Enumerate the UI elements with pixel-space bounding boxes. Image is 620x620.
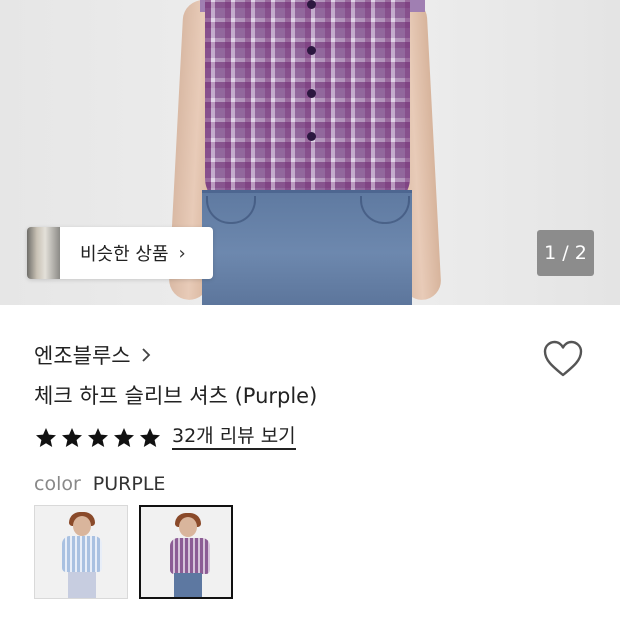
color-option-row: color PURPLE bbox=[34, 473, 165, 495]
color-swatch-purple-selected[interactable] bbox=[139, 505, 233, 599]
color-label: color bbox=[34, 473, 81, 495]
shirt-button bbox=[307, 46, 316, 55]
review-count-link[interactable]: 32개 리뷰 보기 bbox=[172, 425, 296, 450]
swatch-model-pants bbox=[68, 572, 96, 598]
star-filled-icon bbox=[114, 427, 134, 447]
color-swatch-blue[interactable] bbox=[34, 505, 128, 599]
brand-name: 엔조블루스 bbox=[34, 344, 131, 368]
star-filled-icon bbox=[36, 427, 56, 447]
image-page-counter: 1 / 2 bbox=[537, 230, 594, 276]
swatch-model-head bbox=[179, 517, 197, 537]
swatch-model-shirt bbox=[170, 538, 210, 574]
star-filled-icon bbox=[140, 427, 160, 447]
shirt-button bbox=[307, 0, 316, 9]
shirt-button bbox=[307, 89, 316, 98]
product-shirt-image bbox=[205, 0, 410, 208]
star-filled-icon bbox=[62, 427, 82, 447]
swatch-model-head bbox=[73, 516, 91, 536]
heart-outline-icon[interactable] bbox=[542, 339, 584, 379]
swatch-model-shirt bbox=[62, 536, 102, 572]
product-title: 체크 하프 슬리브 셔츠 (Purple) bbox=[34, 384, 318, 408]
similar-product-thumbnail bbox=[27, 227, 60, 279]
brand-link[interactable]: 엔조블루스 bbox=[34, 340, 151, 370]
star-rating bbox=[34, 426, 162, 450]
shirt-button bbox=[307, 132, 316, 141]
rating-row: 32개 리뷰 보기 bbox=[34, 425, 296, 450]
similar-products-button[interactable]: 비슷한 상품 › bbox=[27, 227, 213, 279]
swatch-model-pants bbox=[174, 573, 202, 597]
chevron-right-icon: › bbox=[178, 242, 186, 264]
chevron-right-icon bbox=[141, 348, 150, 362]
star-filled-icon bbox=[88, 427, 108, 447]
similar-products-label: 비슷한 상품 bbox=[80, 244, 169, 265]
color-value: PURPLE bbox=[92, 473, 166, 495]
